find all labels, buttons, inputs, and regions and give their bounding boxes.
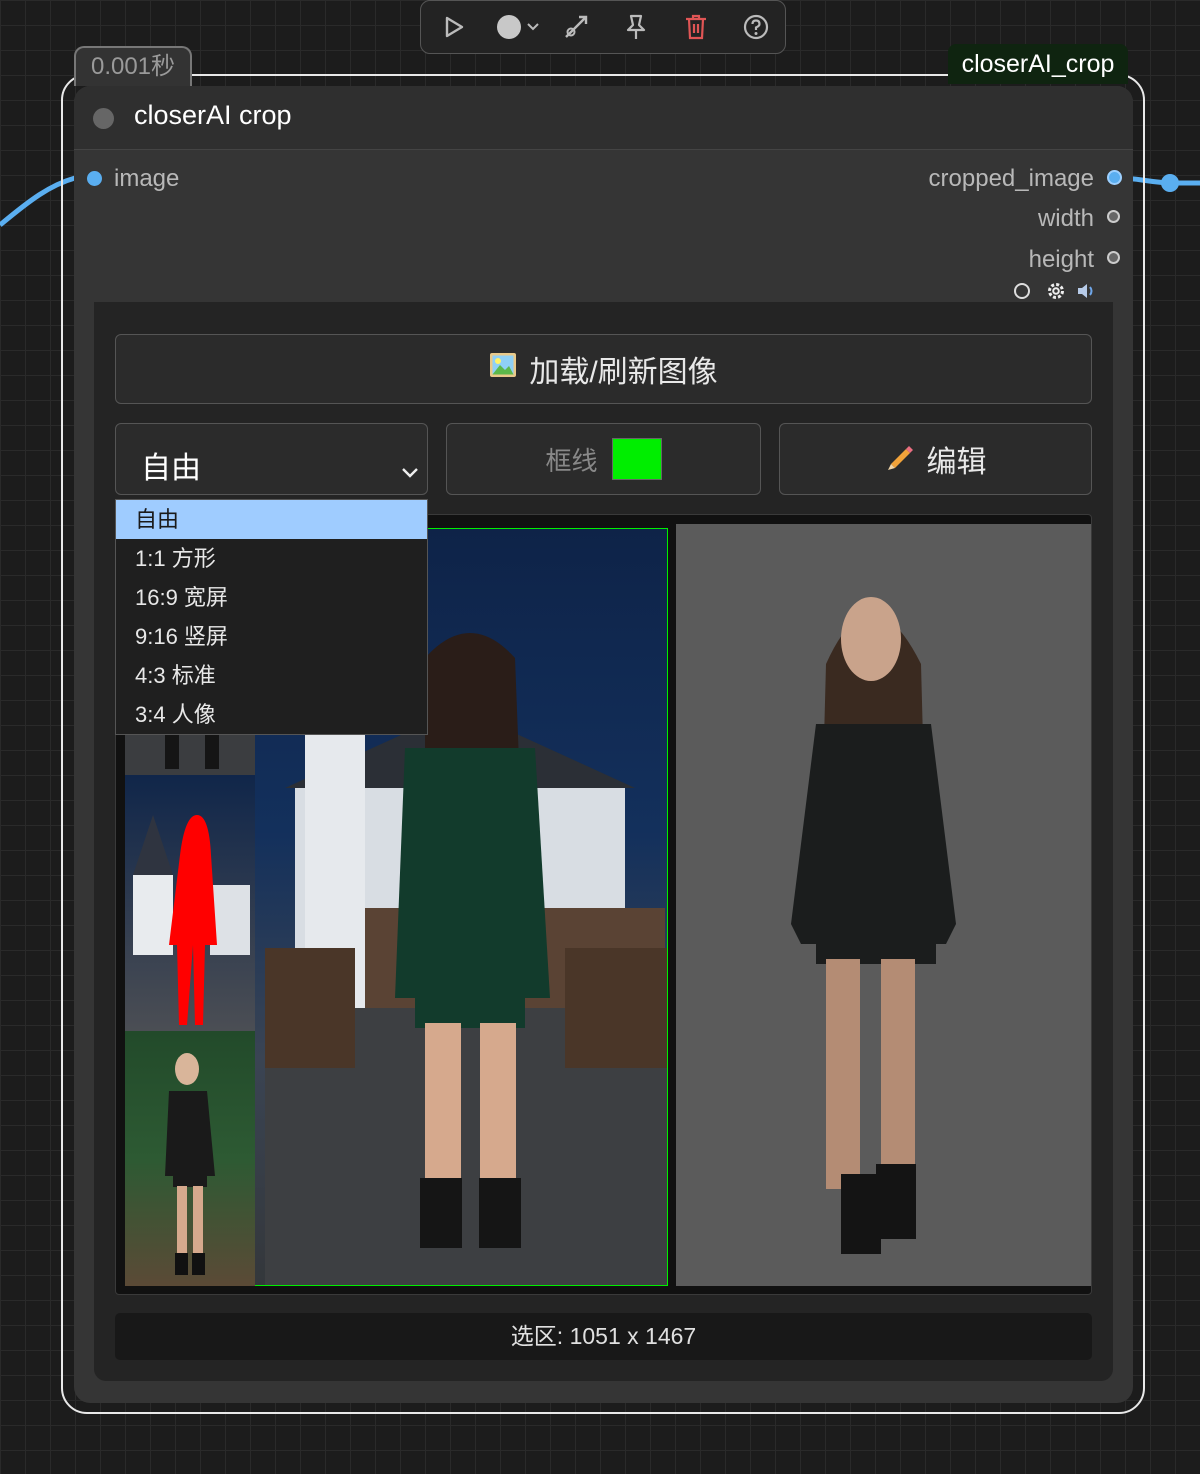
- record-dot-icon[interactable]: [493, 12, 543, 42]
- load-refresh-image-label: 加载/刷新图像: [529, 356, 718, 389]
- ratio-option-16-9[interactable]: 16:9 宽屏: [116, 578, 427, 617]
- thumbnail-mask[interactable]: [125, 775, 255, 1031]
- edit-label: 编辑: [926, 446, 987, 479]
- output-slot-cropped-image-label: cropped_image: [928, 165, 1094, 192]
- ratio-option-4-3[interactable]: 4:3 标准: [116, 656, 427, 695]
- ratio-option-3-4[interactable]: 3:4 人像: [116, 695, 427, 734]
- cropped-person-illustration: [791, 597, 956, 1254]
- load-refresh-image-button[interactable]: 加载/刷新图像: [115, 334, 1092, 404]
- aspect-ratio-dropdown: 自由 1:1 方形 16:9 宽屏 9:16 竖屏 4:3 标准 3:4 人像: [115, 499, 428, 735]
- node-toolbar: [420, 0, 786, 54]
- thumbnail-forest[interactable]: [125, 1031, 255, 1286]
- help-icon[interactable]: [741, 12, 771, 42]
- link-icon[interactable]: [561, 12, 591, 42]
- output-slot-height-label: height: [1028, 246, 1094, 273]
- output-slot-width-dot[interactable]: [1107, 210, 1120, 223]
- node-title: closerAI crop: [134, 100, 292, 130]
- edit-button[interactable]: 编辑: [779, 423, 1092, 495]
- frame-color-label: 框线: [545, 445, 598, 476]
- ratio-option-1-1[interactable]: 1:1 方形: [116, 539, 427, 578]
- trash-icon[interactable]: [681, 12, 711, 42]
- execution-time-badge: 0.001秒: [74, 46, 192, 86]
- node-id-badge: closerAI_crop: [948, 44, 1128, 84]
- frame-color-button[interactable]: 框线: [446, 423, 761, 495]
- output-slot-cropped-image-dot[interactable]: [1107, 170, 1122, 185]
- input-slot-image-dot[interactable]: [87, 171, 102, 186]
- input-slot-image-label: image: [114, 165, 180, 192]
- play-icon[interactable]: [439, 12, 469, 42]
- output-slot-width-label: width: [1037, 205, 1094, 232]
- chevron-down-icon: [401, 453, 419, 487]
- pin-icon[interactable]: [621, 12, 651, 42]
- selection-size-status: 选区: 1051 x 1467: [115, 1313, 1092, 1360]
- collapse-dot-icon[interactable]: [93, 108, 114, 129]
- cropped-result-preview: [676, 524, 1091, 1286]
- aspect-ratio-value: 自由: [141, 452, 201, 485]
- frame-color-swatch[interactable]: [611, 438, 662, 480]
- thumbnail-boots[interactable]: [125, 735, 255, 775]
- ratio-option-free[interactable]: 自由: [116, 500, 427, 539]
- picture-icon: [489, 351, 517, 387]
- pencil-icon: [885, 440, 915, 478]
- ratio-option-9-16[interactable]: 9:16 竖屏: [116, 617, 427, 656]
- output-slot-height-dot[interactable]: [1107, 251, 1120, 264]
- aspect-ratio-select[interactable]: 自由: [115, 423, 428, 495]
